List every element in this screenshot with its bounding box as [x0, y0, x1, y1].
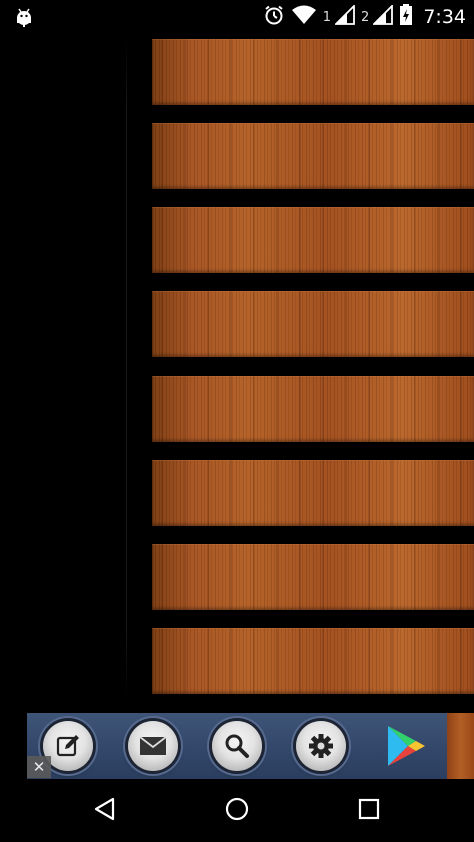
gear-icon [307, 732, 335, 760]
home-icon [224, 796, 250, 826]
ad-close-button[interactable]: ✕ [27, 756, 51, 778]
wood-plank[interactable] [152, 460, 474, 526]
mail-icon [139, 735, 167, 757]
mail-button[interactable] [128, 721, 178, 771]
status-icons: 1 2 7:34 [263, 0, 466, 34]
status-bar: 1 2 7:34 [0, 0, 474, 34]
battery-charging-icon [399, 4, 413, 30]
alarm-icon [263, 4, 285, 30]
wood-plank[interactable] [152, 376, 474, 442]
recents-button[interactable] [352, 794, 386, 828]
recents-icon [357, 797, 381, 825]
back-icon [92, 796, 118, 826]
sim2-label: 2 [361, 9, 370, 25]
search-icon [224, 733, 250, 759]
compose-icon [55, 733, 81, 759]
navigation-bar [0, 780, 474, 842]
wood-plank[interactable] [152, 628, 474, 694]
signal-icon-sim2 [372, 3, 394, 29]
divider-line [126, 39, 127, 699]
clock: 7:34 [423, 6, 466, 28]
settings-button[interactable] [296, 721, 346, 771]
wifi-icon [291, 5, 317, 29]
wood-plank[interactable] [152, 291, 474, 357]
wood-plank[interactable] [152, 207, 474, 273]
back-button[interactable] [88, 794, 122, 828]
sim1-label: 1 [322, 9, 332, 25]
wood-plank[interactable] [152, 544, 474, 610]
app-screen: 1 2 7:34 ✕ [0, 0, 474, 842]
ad-banner[interactable] [27, 713, 447, 779]
signal-icon-sim1 [333, 3, 355, 29]
play-store-icon[interactable] [384, 724, 428, 768]
wood-plank[interactable] [152, 39, 474, 105]
search-button[interactable] [212, 721, 262, 771]
wood-plank[interactable] [152, 123, 474, 189]
android-debug-icon [14, 6, 34, 28]
home-button[interactable] [220, 794, 254, 828]
plank-list [152, 39, 474, 699]
wood-plank-edge [447, 713, 474, 779]
